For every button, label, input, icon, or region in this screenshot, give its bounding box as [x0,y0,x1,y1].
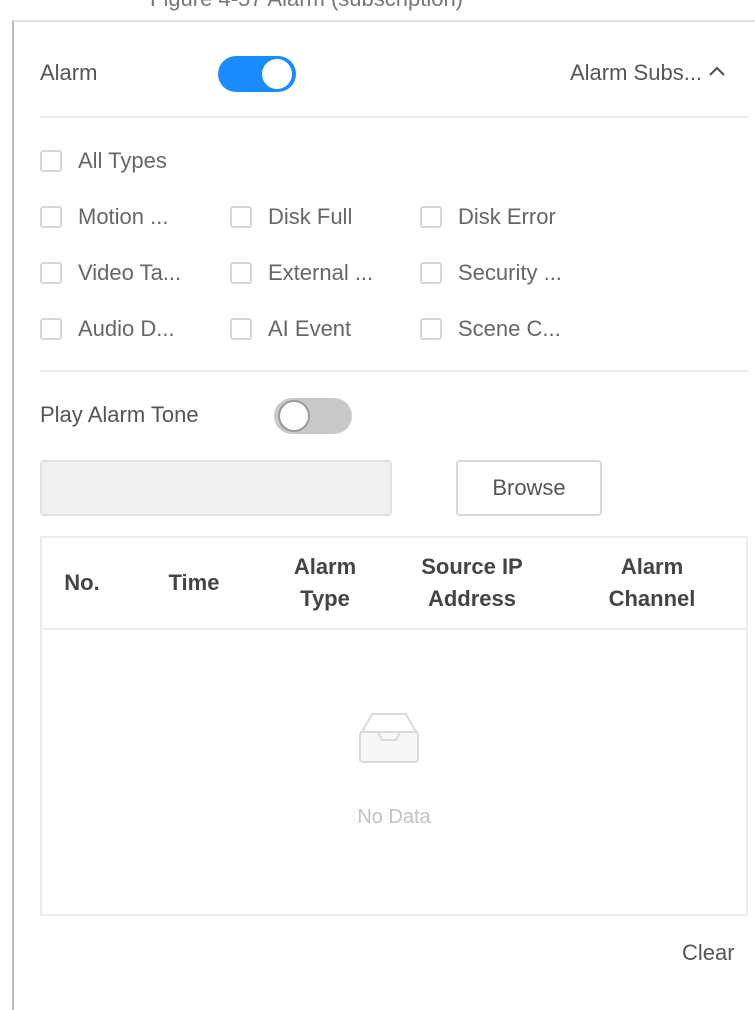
chevron-up-icon [708,64,726,83]
column-header-alarm-channel: Alarm Channel [608,554,696,611]
alarm-panel: Alarm Alarm Subs... All Types Motion ...… [12,20,755,1010]
checkbox[interactable] [420,206,442,228]
checkbox[interactable] [230,262,252,284]
play-alarm-tone-toggle[interactable] [274,398,352,434]
column-header-alarm-type: Alarm Type [293,554,357,611]
column-header-time: Time [168,570,220,595]
toggle-knob [278,400,310,432]
checkbox[interactable] [40,206,62,228]
checkbox-type[interactable]: Disk Full [230,204,352,230]
checkbox-label: Disk Full [268,204,353,229]
tone-file-path-input[interactable] [40,460,392,516]
play-alarm-tone-label: Play Alarm Tone [40,402,199,427]
alarm-table: No. Time Alarm Type Source IP Address Al… [40,536,748,916]
checkbox-label: Video Ta... [78,260,182,285]
browse-button[interactable]: Browse [456,460,602,516]
checkbox[interactable] [420,262,442,284]
clear-button[interactable]: Clear [682,940,735,966]
checkbox[interactable] [40,262,62,284]
alarm-subscription-dropdown[interactable]: Alarm Subs... [570,60,726,86]
checkbox-type[interactable]: Audio D... [40,316,175,342]
checkbox-label: Audio D... [78,316,175,341]
checkbox-type[interactable]: Scene C... [420,316,561,342]
checkbox-type[interactable]: Motion ... [40,204,168,230]
toggle-knob [262,59,292,89]
checkbox[interactable] [230,206,252,228]
checkbox-label: Security ... [458,260,562,285]
empty-state-text: No Data [357,806,431,828]
divider [40,370,748,372]
checkbox-label: Motion ... [78,204,169,229]
alarm-label: Alarm [40,60,98,85]
checkbox-type[interactable]: Video Ta... [40,260,181,286]
inbox-empty-icon [354,708,424,773]
checkbox-type[interactable]: Security ... [420,260,562,286]
checkbox[interactable] [40,318,62,340]
figure-caption: Figure 4-57 Alarm (subscription) [150,0,463,12]
column-header-source-ip: Source IP Address [421,554,523,611]
checkbox-label: AI Event [268,316,352,341]
column-header-no: No. [64,570,100,595]
checkbox[interactable] [40,150,62,172]
divider [40,116,748,118]
checkbox[interactable] [420,318,442,340]
checkbox-label: External ... [268,260,374,285]
checkbox-all-types[interactable]: All Types [40,148,167,174]
checkbox-type[interactable]: External ... [230,260,373,286]
checkbox-label: Scene C... [458,316,561,341]
checkbox-type[interactable]: Disk Error [420,204,556,230]
checkbox[interactable] [230,318,252,340]
alarm-subscription-label: Alarm Subs... [570,60,703,85]
table-header: No. Time Alarm Type Source IP Address Al… [42,538,746,630]
checkbox-type[interactable]: AI Event [230,316,351,342]
checkbox-label: Disk Error [458,204,556,229]
checkbox-label: All Types [78,148,167,173]
alarm-toggle[interactable] [218,56,296,92]
